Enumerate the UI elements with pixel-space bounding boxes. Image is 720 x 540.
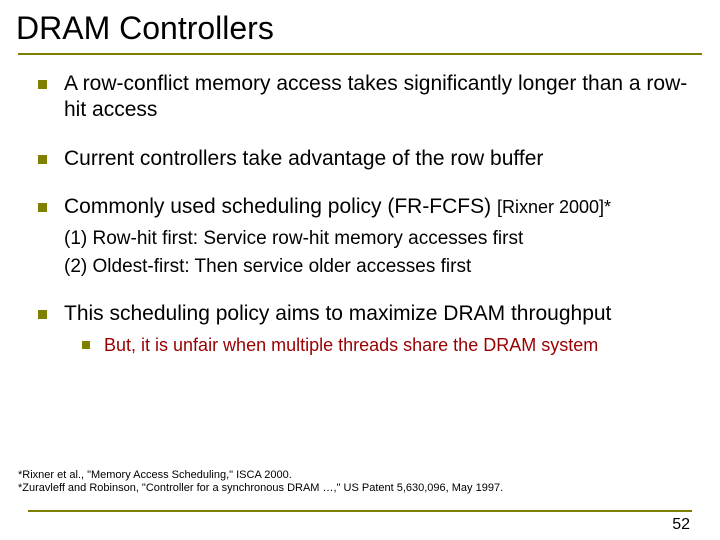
bullet-item: A row-conflict memory access takes signi… (38, 71, 690, 124)
emphasis-text: But, (104, 335, 141, 355)
sub-item: (2) Oldest-first: Then service older acc… (64, 254, 690, 280)
bullet-list: A row-conflict memory access takes signi… (38, 71, 690, 357)
footnote-line: *Zuravleff and Robinson, "Controller for… (18, 482, 503, 496)
bullet-text: A row-conflict memory access takes signi… (64, 72, 687, 121)
emphasis-text: it is unfair when multiple threads share… (141, 335, 598, 355)
footnotes: *Rixner et al., "Memory Access Schedulin… (18, 469, 503, 497)
sub-list: (1) Row-hit first: Service row-hit memor… (64, 226, 690, 279)
footer-divider (28, 510, 692, 512)
body-region: A row-conflict memory access takes signi… (0, 55, 720, 357)
bullet-text: This scheduling policy aims to maximize … (64, 302, 611, 325)
slide: DRAM Controllers A row-conflict memory a… (0, 0, 720, 540)
page-number: 52 (672, 516, 690, 534)
footnote-line: *Rixner et al., "Memory Access Schedulin… (18, 469, 503, 483)
bullet-item: Commonly used scheduling policy (FR-FCFS… (38, 194, 690, 280)
slide-title: DRAM Controllers (16, 10, 720, 47)
bullet-text: Commonly used scheduling policy (FR-FCFS… (64, 195, 497, 218)
title-region: DRAM Controllers (0, 0, 720, 47)
sub-bullet-list: But, it is unfair when multiple threads … (82, 334, 690, 357)
bullet-text: Current controllers take advantage of th… (64, 147, 543, 170)
sub-bullet-item: But, it is unfair when multiple threads … (82, 334, 690, 357)
sub-item: (1) Row-hit first: Service row-hit memor… (64, 226, 690, 252)
bullet-item: This scheduling policy aims to maximize … (38, 301, 690, 357)
bullet-item: Current controllers take advantage of th… (38, 146, 690, 172)
citation: [Rixner 2000]* (497, 197, 611, 217)
